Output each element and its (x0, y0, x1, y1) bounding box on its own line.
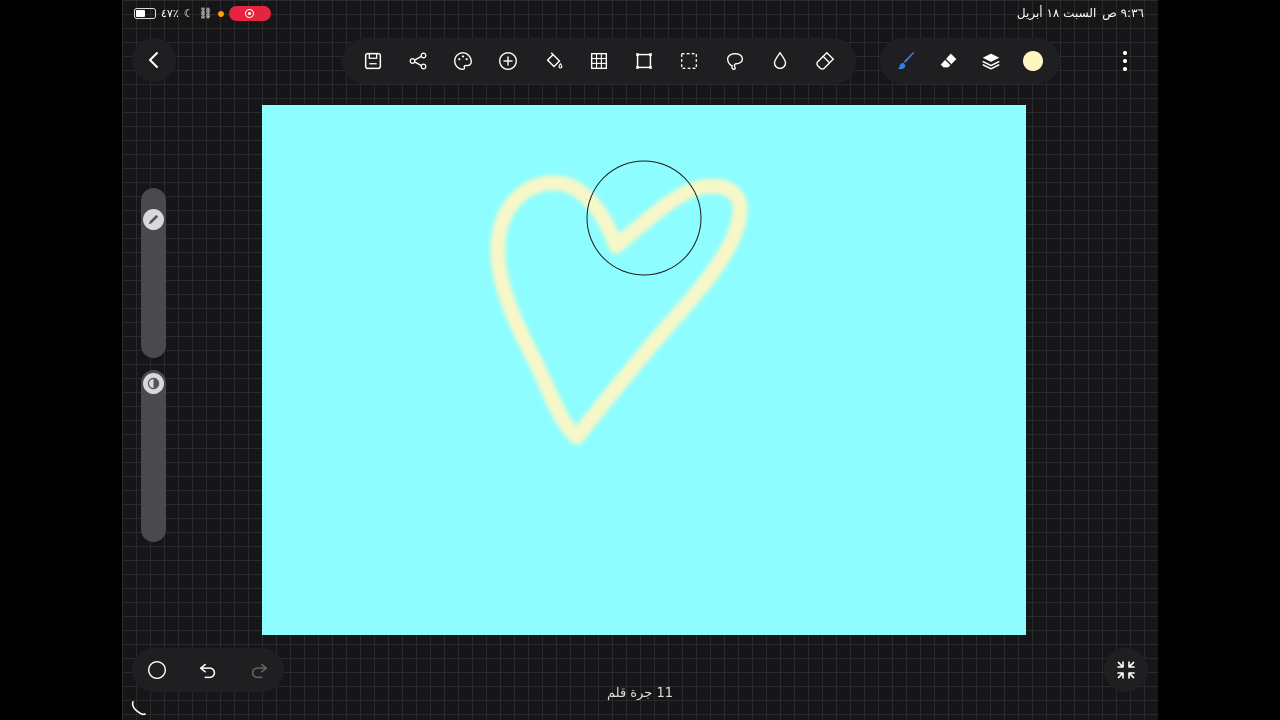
grid-icon (590, 52, 607, 70)
palette-button[interactable] (448, 46, 478, 76)
transform-button[interactable] (629, 46, 659, 76)
layers-icon (982, 53, 1000, 70)
grid-button[interactable] (584, 46, 614, 76)
letterbox-left (0, 0, 122, 720)
mic-indicator-dot (217, 10, 224, 17)
heart-stroke (490, 175, 748, 445)
fill-bucket-icon (546, 52, 563, 69)
brush-toolbar (880, 38, 1060, 84)
lasso-icon (726, 52, 743, 70)
status-datetime: ٩:٣٦ ص السبت ١٨ أبريل (1017, 6, 1144, 20)
smudge-button[interactable] (810, 46, 840, 76)
color-button[interactable] (1018, 46, 1048, 76)
circle-icon (148, 661, 167, 679)
brush-size-slider[interactable] (141, 188, 166, 358)
phone-icon (131, 701, 146, 716)
letterbox-right (1158, 0, 1280, 720)
undo-icon (199, 663, 216, 679)
add-icon (499, 52, 518, 70)
fill-button[interactable] (539, 46, 569, 76)
brush-icon (897, 51, 915, 70)
save-button[interactable] (358, 46, 388, 76)
exit-fullscreen-button[interactable] (1104, 648, 1148, 692)
status-date: السبت ١٨ أبريل (1016, 6, 1097, 20)
drawing-canvas[interactable] (262, 105, 1026, 635)
smudge-icon (816, 51, 835, 70)
stroke-count-label: 11 جرة قلم (606, 686, 673, 701)
selection-button[interactable] (674, 46, 704, 76)
add-button[interactable] (493, 46, 523, 76)
chevron-left-icon (149, 52, 158, 68)
palette-icon (454, 52, 473, 70)
selection-icon (681, 52, 698, 70)
opacity-slider[interactable] (141, 370, 166, 542)
battery-level: ٤٧٪ (161, 7, 179, 20)
brush-size-knob[interactable] (143, 209, 164, 230)
back-button[interactable] (132, 38, 176, 82)
opacity-knob[interactable] (143, 373, 164, 394)
share-button[interactable] (403, 46, 433, 76)
color-swatch (1023, 51, 1043, 71)
water-drop-icon (773, 51, 787, 69)
app-screen: ٤٧٪ ☾ ⛓ ٩:٣٦ ص السبت ١٨ أبريل 11 جرة قلم (122, 0, 1158, 720)
status-indicators: ٤٧٪ ☾ ⛓ (134, 6, 271, 21)
more-vertical-icon (1123, 51, 1127, 71)
redo-icon (251, 663, 267, 679)
status-time: ٩:٣٦ ص (1102, 6, 1144, 20)
main-toolbar (342, 38, 856, 84)
pencil-icon (148, 214, 159, 225)
redo-button[interactable] (244, 655, 274, 685)
layers-button[interactable] (976, 46, 1006, 76)
screen-recording-indicator[interactable] (228, 6, 271, 21)
collapse-icon (1117, 661, 1135, 679)
brush-button[interactable] (892, 46, 922, 76)
link-icon: ⛓ (198, 7, 213, 20)
opacity-icon (147, 377, 160, 390)
more-button[interactable] (1106, 38, 1144, 84)
save-icon (364, 52, 381, 70)
blur-button[interactable] (765, 46, 795, 76)
moon-icon: ☾ (183, 7, 194, 20)
lasso-button[interactable] (720, 46, 750, 76)
heart-drawing (490, 160, 748, 445)
undo-button[interactable] (193, 655, 223, 685)
shape-button[interactable] (142, 655, 172, 685)
crop-rectangle-icon (636, 53, 653, 69)
battery-icon (134, 8, 156, 19)
share-icon (409, 52, 427, 70)
eraser-icon (940, 53, 957, 68)
eraser-button[interactable] (934, 46, 964, 76)
